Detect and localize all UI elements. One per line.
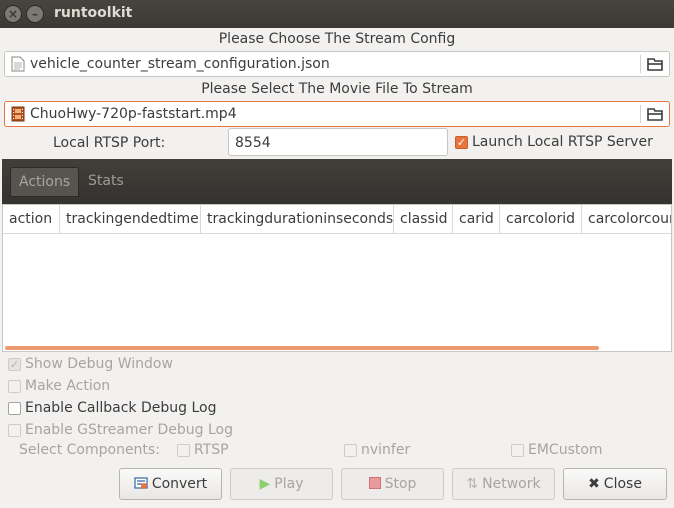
open-folder-icon[interactable] bbox=[645, 105, 665, 123]
network-icon: ⇅ bbox=[466, 476, 479, 492]
tab-bar: Actions Stats bbox=[2, 159, 672, 204]
movie-label: Please Select The Movie File To Stream bbox=[201, 81, 473, 97]
rtsp-component-checkbox[interactable] bbox=[177, 444, 190, 457]
gstreamer-debug-label: Enable GStreamer Debug Log bbox=[25, 422, 233, 438]
movie-file-chooser[interactable]: ChuoHwy-720p-faststart.mp4 bbox=[4, 101, 670, 127]
stop-icon bbox=[368, 477, 381, 489]
config-label: Please Choose The Stream Config bbox=[218, 31, 456, 47]
convert-icon bbox=[134, 477, 148, 489]
close-window-icon[interactable]: × bbox=[4, 5, 22, 23]
rtsp-component-label: RTSP bbox=[194, 442, 229, 458]
stop-label: Stop bbox=[384, 476, 417, 492]
window-title: runtoolkit bbox=[54, 5, 133, 21]
network-label: Network bbox=[482, 476, 541, 492]
nvinfer-component-checkbox[interactable] bbox=[344, 444, 357, 457]
launch-rtsp-label: Launch Local RTSP Server bbox=[472, 134, 653, 150]
launch-rtsp-checkbox[interactable]: ✓ bbox=[455, 136, 468, 149]
tab-stats[interactable]: Stats bbox=[80, 167, 132, 197]
rtsp-port-input[interactable]: 8554 bbox=[228, 128, 448, 156]
callback-debug-label: Enable Callback Debug Log bbox=[25, 400, 217, 416]
emcustom-component-checkbox[interactable] bbox=[511, 444, 524, 457]
divider bbox=[640, 55, 641, 73]
config-file-chooser[interactable]: vehicle_counter_stream_configuration.jso… bbox=[4, 51, 670, 77]
close-button[interactable]: ✖ Close bbox=[563, 468, 667, 500]
close-label: Close bbox=[603, 476, 642, 492]
select-components-label: Select Components: bbox=[19, 442, 160, 458]
gstreamer-debug-checkbox[interactable] bbox=[8, 424, 21, 437]
show-debug-label: Show Debug Window bbox=[25, 356, 173, 372]
column-header-trackingdurationinseconds[interactable]: trackingdurationinseconds bbox=[201, 205, 394, 233]
movie-file-name: ChuoHwy-720p-faststart.mp4 bbox=[30, 106, 237, 122]
actions-table[interactable]: action trackingendedtime trackingduratio… bbox=[2, 204, 672, 352]
emcustom-component-label: EMCustom bbox=[528, 442, 603, 458]
close-icon: ✖ bbox=[588, 476, 600, 492]
column-header-carcolorcour[interactable]: carcolorcour bbox=[582, 205, 671, 233]
column-header-carid[interactable]: carid bbox=[453, 205, 500, 233]
film-icon bbox=[11, 106, 25, 122]
column-header-trackingendedtime[interactable]: trackingendedtime bbox=[60, 205, 201, 233]
convert-button[interactable]: Convert bbox=[119, 468, 222, 500]
rtsp-port-label: Local RTSP Port: bbox=[53, 135, 166, 151]
title-bar: × – runtoolkit bbox=[0, 0, 674, 28]
column-header-carcolorid[interactable]: carcolorid bbox=[500, 205, 582, 233]
document-icon bbox=[11, 56, 25, 72]
nvinfer-component-label: nvinfer bbox=[361, 442, 411, 458]
convert-label: Convert bbox=[151, 476, 208, 492]
config-file-name: vehicle_counter_stream_configuration.jso… bbox=[30, 56, 330, 72]
divider bbox=[640, 105, 641, 123]
open-folder-icon[interactable] bbox=[645, 55, 665, 73]
minimize-window-icon[interactable]: – bbox=[26, 5, 44, 23]
play-icon: ▶ bbox=[259, 476, 271, 492]
tab-actions[interactable]: Actions bbox=[10, 167, 80, 197]
show-debug-checkbox[interactable]: ✓ bbox=[8, 358, 21, 371]
callback-debug-checkbox[interactable] bbox=[8, 402, 21, 415]
horizontal-scrollbar[interactable] bbox=[5, 346, 599, 350]
play-label: Play bbox=[274, 476, 304, 492]
make-action-label: Make Action bbox=[25, 378, 111, 394]
make-action-checkbox[interactable] bbox=[8, 380, 21, 393]
column-header-classid[interactable]: classid bbox=[394, 205, 453, 233]
stop-button[interactable]: Stop bbox=[341, 468, 444, 500]
network-button[interactable]: ⇅ Network bbox=[452, 468, 555, 500]
column-header-action[interactable]: action bbox=[3, 205, 60, 233]
play-button[interactable]: ▶ Play bbox=[230, 468, 333, 500]
table-header: action trackingendedtime trackingduratio… bbox=[3, 205, 671, 234]
